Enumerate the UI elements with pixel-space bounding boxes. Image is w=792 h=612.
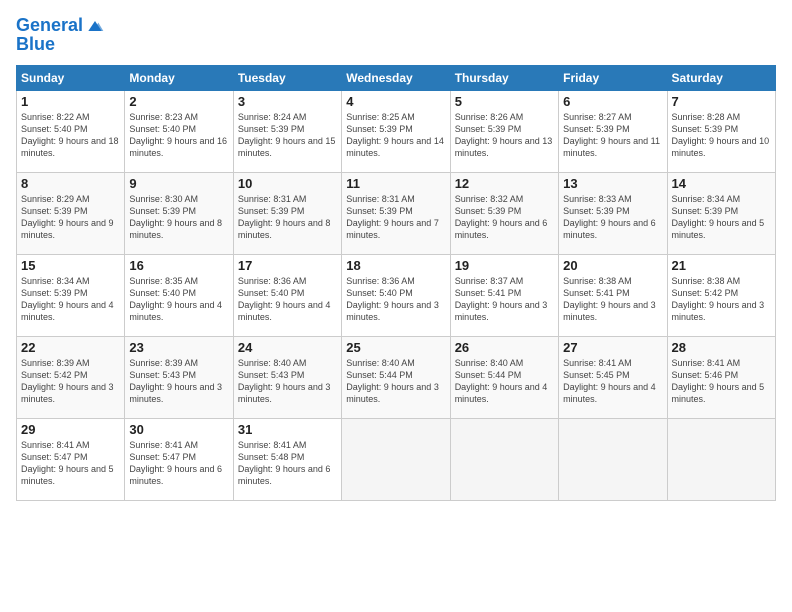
calendar-cell-26: 26Sunrise: 8:40 AMSunset: 5:44 PMDayligh… <box>450 337 558 419</box>
weekday-header-saturday: Saturday <box>667 66 775 91</box>
calendar-cell-9: 9Sunrise: 8:30 AMSunset: 5:39 PMDaylight… <box>125 173 233 255</box>
logo-blue: Blue <box>16 34 105 55</box>
calendar-cell-22: 22Sunrise: 8:39 AMSunset: 5:42 PMDayligh… <box>17 337 125 419</box>
calendar-cell-3: 3Sunrise: 8:24 AMSunset: 5:39 PMDaylight… <box>233 91 341 173</box>
calendar-table: SundayMondayTuesdayWednesdayThursdayFrid… <box>16 65 776 501</box>
calendar-cell-4: 4Sunrise: 8:25 AMSunset: 5:39 PMDaylight… <box>342 91 450 173</box>
calendar-week-4: 29Sunrise: 8:41 AMSunset: 5:47 PMDayligh… <box>17 419 776 501</box>
calendar-cell-empty-4-6 <box>667 419 775 501</box>
calendar-cell-30: 30Sunrise: 8:41 AMSunset: 5:47 PMDayligh… <box>125 419 233 501</box>
calendar-cell-28: 28Sunrise: 8:41 AMSunset: 5:46 PMDayligh… <box>667 337 775 419</box>
calendar-cell-29: 29Sunrise: 8:41 AMSunset: 5:47 PMDayligh… <box>17 419 125 501</box>
calendar-cell-19: 19Sunrise: 8:37 AMSunset: 5:41 PMDayligh… <box>450 255 558 337</box>
calendar-cell-13: 13Sunrise: 8:33 AMSunset: 5:39 PMDayligh… <box>559 173 667 255</box>
calendar-cell-18: 18Sunrise: 8:36 AMSunset: 5:40 PMDayligh… <box>342 255 450 337</box>
weekday-header-wednesday: Wednesday <box>342 66 450 91</box>
weekday-header-row: SundayMondayTuesdayWednesdayThursdayFrid… <box>17 66 776 91</box>
weekday-header-sunday: Sunday <box>17 66 125 91</box>
calendar-week-0: 1Sunrise: 8:22 AMSunset: 5:40 PMDaylight… <box>17 91 776 173</box>
calendar-cell-23: 23Sunrise: 8:39 AMSunset: 5:43 PMDayligh… <box>125 337 233 419</box>
calendar-cell-31: 31Sunrise: 8:41 AMSunset: 5:48 PMDayligh… <box>233 419 341 501</box>
calendar-cell-27: 27Sunrise: 8:41 AMSunset: 5:45 PMDayligh… <box>559 337 667 419</box>
logo-icon <box>85 16 105 36</box>
calendar-cell-2: 2Sunrise: 8:23 AMSunset: 5:40 PMDaylight… <box>125 91 233 173</box>
calendar-cell-empty-4-4 <box>450 419 558 501</box>
calendar-cell-11: 11Sunrise: 8:31 AMSunset: 5:39 PMDayligh… <box>342 173 450 255</box>
calendar-header: General Blue <box>16 16 776 55</box>
calendar-cell-6: 6Sunrise: 8:27 AMSunset: 5:39 PMDaylight… <box>559 91 667 173</box>
calendar-cell-20: 20Sunrise: 8:38 AMSunset: 5:41 PMDayligh… <box>559 255 667 337</box>
calendar-cell-10: 10Sunrise: 8:31 AMSunset: 5:39 PMDayligh… <box>233 173 341 255</box>
calendar-cell-8: 8Sunrise: 8:29 AMSunset: 5:39 PMDaylight… <box>17 173 125 255</box>
weekday-header-monday: Monday <box>125 66 233 91</box>
calendar-cell-empty-4-3 <box>342 419 450 501</box>
calendar-cell-24: 24Sunrise: 8:40 AMSunset: 5:43 PMDayligh… <box>233 337 341 419</box>
calendar-cell-14: 14Sunrise: 8:34 AMSunset: 5:39 PMDayligh… <box>667 173 775 255</box>
calendar-cell-12: 12Sunrise: 8:32 AMSunset: 5:39 PMDayligh… <box>450 173 558 255</box>
calendar-cell-5: 5Sunrise: 8:26 AMSunset: 5:39 PMDaylight… <box>450 91 558 173</box>
calendar-week-1: 8Sunrise: 8:29 AMSunset: 5:39 PMDaylight… <box>17 173 776 255</box>
weekday-header-thursday: Thursday <box>450 66 558 91</box>
calendar-cell-17: 17Sunrise: 8:36 AMSunset: 5:40 PMDayligh… <box>233 255 341 337</box>
logo-text: General <box>16 16 83 36</box>
weekday-header-friday: Friday <box>559 66 667 91</box>
calendar-cell-1: 1Sunrise: 8:22 AMSunset: 5:40 PMDaylight… <box>17 91 125 173</box>
calendar-cell-7: 7Sunrise: 8:28 AMSunset: 5:39 PMDaylight… <box>667 91 775 173</box>
weekday-header-tuesday: Tuesday <box>233 66 341 91</box>
calendar-cell-25: 25Sunrise: 8:40 AMSunset: 5:44 PMDayligh… <box>342 337 450 419</box>
logo: General Blue <box>16 16 105 55</box>
calendar-cell-empty-4-5 <box>559 419 667 501</box>
calendar-cell-16: 16Sunrise: 8:35 AMSunset: 5:40 PMDayligh… <box>125 255 233 337</box>
calendar-week-3: 22Sunrise: 8:39 AMSunset: 5:42 PMDayligh… <box>17 337 776 419</box>
calendar-cell-21: 21Sunrise: 8:38 AMSunset: 5:42 PMDayligh… <box>667 255 775 337</box>
calendar-week-2: 15Sunrise: 8:34 AMSunset: 5:39 PMDayligh… <box>17 255 776 337</box>
calendar-cell-15: 15Sunrise: 8:34 AMSunset: 5:39 PMDayligh… <box>17 255 125 337</box>
